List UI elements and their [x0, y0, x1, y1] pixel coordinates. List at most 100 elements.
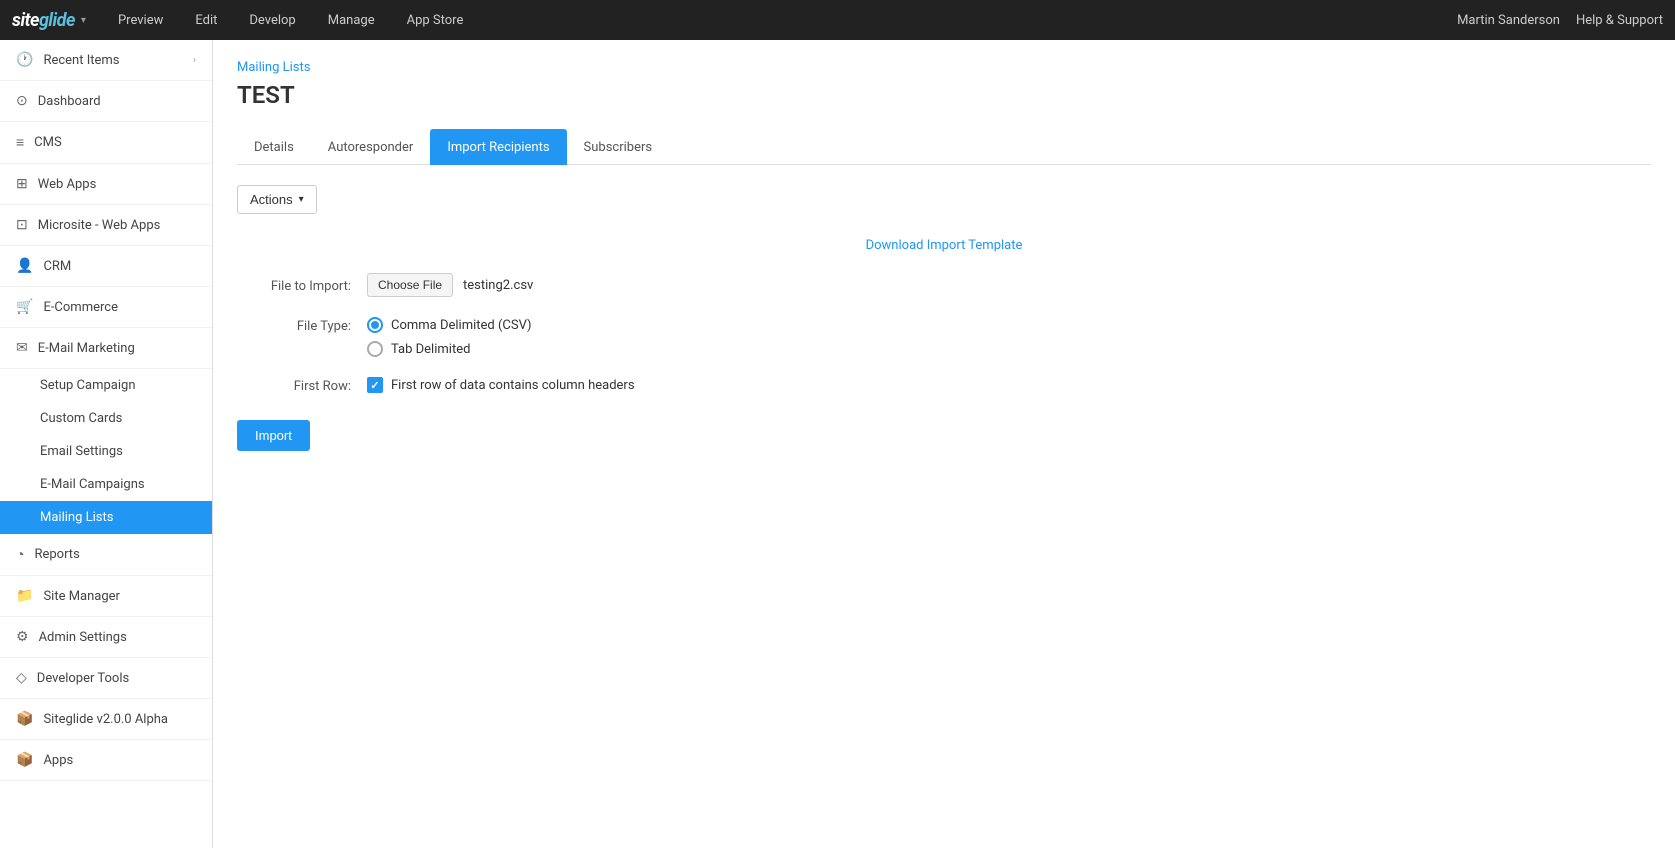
recent-items-arrow: ›: [193, 55, 196, 66]
choose-file-button[interactable]: Choose File: [367, 273, 453, 297]
file-input-area: Choose File testing2.csv: [367, 273, 1651, 297]
download-import-template-link[interactable]: Download Import Template: [237, 238, 1651, 253]
logo-dropdown-arrow[interactable]: ▾: [81, 15, 86, 26]
recent-items-label: Recent Items: [43, 53, 119, 68]
sidebar-item-reports[interactable]: ◔ Reports: [0, 534, 212, 576]
crm-icon: 👤: [16, 258, 33, 274]
nav-edit[interactable]: Edit: [179, 0, 233, 40]
radio-tab-label: Tab Delimited: [391, 342, 470, 357]
content-area: Mailing Lists TEST Details Autoresponder…: [213, 40, 1675, 848]
logo-glide: glide: [39, 10, 75, 31]
siteglide-version-label: Siteglide v2.0.0 Alpha: [43, 712, 168, 727]
reports-icon: ◔: [16, 546, 24, 563]
sidebar-item-dashboard[interactable]: ⊙ Dashboard: [0, 81, 212, 122]
clock-icon: 🕐: [16, 52, 33, 68]
dashboard-label: Dashboard: [38, 94, 101, 109]
tab-import-recipients[interactable]: Import Recipients: [430, 129, 566, 165]
nav-items: Preview Edit Develop Manage App Store: [102, 0, 479, 40]
selected-file-name: testing2.csv: [463, 278, 533, 293]
emailmarketing-label: E-Mail Marketing: [38, 341, 135, 356]
microsite-label: Microsite - Web Apps: [38, 218, 161, 233]
top-nav: siteglide ▾ Preview Edit Develop Manage …: [0, 0, 1675, 40]
user-name[interactable]: Martin Sanderson: [1457, 13, 1560, 28]
first-row-group: First Row: First row of data contains co…: [237, 373, 1651, 394]
breadcrumb[interactable]: Mailing Lists: [237, 60, 1651, 75]
sidebar-item-recent-items[interactable]: 🕐 Recent Items ›: [0, 40, 212, 81]
dashboard-icon: ⊙: [16, 93, 28, 109]
radio-tab[interactable]: Tab Delimited: [367, 341, 1651, 357]
tab-autoresponder[interactable]: Autoresponder: [311, 129, 431, 165]
file-type-group: File Type: Comma Delimited (CSV) Tab Del…: [237, 313, 1651, 357]
developer-tools-icon: ◇: [16, 670, 27, 686]
logo[interactable]: siteglide: [12, 10, 75, 31]
apps-label: Apps: [43, 753, 73, 768]
ecommerce-icon: 🛒: [16, 299, 33, 315]
sidebar-item-apps[interactable]: 📦 Apps: [0, 740, 212, 781]
sidebar: 🕐 Recent Items › ⊙ Dashboard ≡ CMS ⊞ Web…: [0, 40, 213, 848]
cms-icon: ≡: [16, 134, 24, 151]
top-nav-right: Martin Sanderson Help & Support: [1457, 13, 1663, 28]
help-support-link[interactable]: Help & Support: [1576, 13, 1663, 28]
radio-tab-circle: [367, 341, 383, 357]
nav-develop[interactable]: Develop: [233, 0, 311, 40]
first-row-checkbox-box: [367, 377, 383, 393]
actions-caret: ▾: [299, 194, 304, 205]
file-to-import-label: File to Import:: [237, 273, 367, 294]
import-form: File to Import: Choose File testing2.csv…: [237, 273, 1651, 394]
cms-label: CMS: [34, 135, 62, 150]
ecommerce-label: E-Commerce: [43, 300, 118, 315]
content-inner: Mailing Lists TEST Details Autoresponder…: [213, 40, 1675, 848]
email-sub-menu: Setup Campaign Custom Cards Email Settin…: [0, 369, 212, 534]
sidebar-item-crm[interactable]: 👤 CRM: [0, 246, 212, 287]
sidebar-item-developer-tools[interactable]: ◇ Developer Tools: [0, 658, 212, 699]
file-type-label: File Type:: [237, 313, 367, 334]
tab-details[interactable]: Details: [237, 129, 311, 165]
actions-button[interactable]: Actions ▾: [237, 185, 317, 214]
tab-subscribers[interactable]: Subscribers: [567, 129, 670, 165]
tabs: Details Autoresponder Import Recipients …: [237, 129, 1651, 165]
sidebar-item-ecommerce[interactable]: 🛒 E-Commerce: [0, 287, 212, 328]
developer-tools-label: Developer Tools: [37, 671, 129, 686]
site-manager-icon: 📁: [16, 588, 33, 604]
email-icon: ✉: [16, 340, 28, 356]
sidebar-item-email-settings[interactable]: Email Settings: [0, 435, 212, 468]
radio-csv-label: Comma Delimited (CSV): [391, 318, 532, 333]
sidebar-item-mailing-lists[interactable]: Mailing Lists: [0, 501, 212, 534]
import-button[interactable]: Import: [237, 420, 310, 451]
file-to-import-group: File to Import: Choose File testing2.csv: [237, 273, 1651, 297]
nav-preview[interactable]: Preview: [102, 0, 179, 40]
webapps-icon: ⊞: [16, 176, 28, 192]
logo-site: site: [12, 10, 39, 31]
radio-csv-circle: [367, 317, 383, 333]
sidebar-item-site-manager[interactable]: 📁 Site Manager: [0, 576, 212, 617]
apps-icon: 📦: [16, 752, 33, 768]
sidebar-item-setup-campaign[interactable]: Setup Campaign: [0, 369, 212, 402]
sidebar-item-admin-settings[interactable]: ⚙ Admin Settings: [0, 617, 212, 658]
sidebar-item-microsite[interactable]: ⊡ Microsite - Web Apps: [0, 205, 212, 246]
nav-manage[interactable]: Manage: [312, 0, 391, 40]
reports-label: Reports: [34, 547, 79, 562]
admin-settings-label: Admin Settings: [39, 630, 127, 645]
sidebar-item-emailmarketing[interactable]: ✉ E-Mail Marketing: [0, 328, 212, 369]
first-row-label: First Row:: [237, 373, 367, 394]
actions-label: Actions: [250, 192, 293, 207]
page-title: TEST: [237, 81, 1651, 109]
main-layout: 🕐 Recent Items › ⊙ Dashboard ≡ CMS ⊞ Web…: [0, 40, 1675, 848]
nav-appstore[interactable]: App Store: [391, 0, 480, 40]
sidebar-item-email-campaigns[interactable]: E-Mail Campaigns: [0, 468, 212, 501]
admin-settings-icon: ⚙: [16, 629, 29, 645]
version-icon: 📦: [16, 711, 33, 727]
radio-csv[interactable]: Comma Delimited (CSV): [367, 317, 1651, 333]
sidebar-item-siteglide-version[interactable]: 📦 Siteglide v2.0.0 Alpha: [0, 699, 212, 740]
sidebar-item-webapps[interactable]: ⊞ Web Apps: [0, 164, 212, 205]
sidebar-item-custom-cards[interactable]: Custom Cards: [0, 402, 212, 435]
microsite-icon: ⊡: [16, 217, 28, 233]
webapps-label: Web Apps: [38, 177, 97, 192]
first-row-control: First row of data contains column header…: [367, 373, 1651, 393]
sidebar-item-cms[interactable]: ≡ CMS: [0, 122, 212, 164]
site-manager-label: Site Manager: [43, 589, 120, 604]
file-type-options: Comma Delimited (CSV) Tab Delimited: [367, 313, 1651, 357]
radio-group-file-type: Comma Delimited (CSV) Tab Delimited: [367, 313, 1651, 357]
crm-label: CRM: [43, 259, 71, 274]
first-row-checkbox[interactable]: First row of data contains column header…: [367, 373, 1651, 393]
